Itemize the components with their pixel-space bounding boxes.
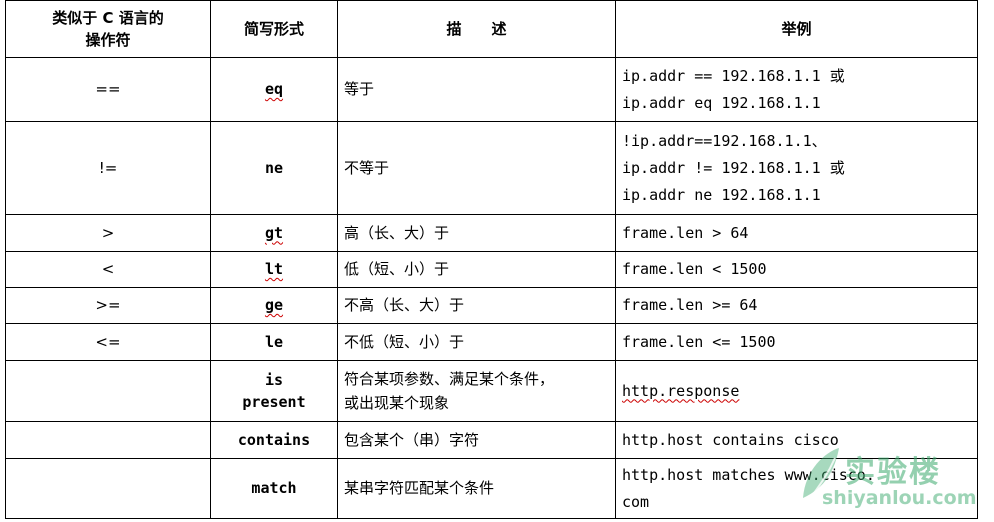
watermark-subtext: shiyanlou.com	[822, 487, 977, 509]
header-abbreviation: 简写形式	[210, 0, 338, 58]
example-line: http.response	[622, 381, 740, 400]
abbr-cell: eq	[210, 57, 338, 122]
example-cell: frame.len <= 1500	[615, 323, 978, 361]
abbr-cell: match	[210, 458, 338, 519]
table-row: == eq 等于 ip.addr == 192.168.1.1 或 ip.add…	[5, 57, 978, 122]
operator-cell: <	[5, 251, 211, 288]
abbr-text: match	[251, 479, 297, 497]
abbr-cell: lt	[210, 251, 338, 288]
abbr-text: le	[264, 332, 284, 351]
example-cell: ip.addr == 192.168.1.1 或 ip.addr eq 192.…	[615, 57, 978, 122]
desc-line: 符合某项参数、满足某个条件，	[344, 370, 555, 388]
example-cell: !ip.addr==192.168.1.1、 ip.addr != 192.16…	[615, 121, 978, 215]
desc-cell: 某串字符匹配某个条件	[337, 458, 616, 519]
desc-cell: 包含某个（串）字符	[337, 421, 616, 459]
table-row: >= ge 不高（长、大）于 frame.len >= 64	[5, 287, 978, 324]
header-operator-line1: 类似于 C 语言的	[52, 9, 164, 27]
abbr-text: is	[264, 371, 284, 389]
operator-cell	[5, 421, 211, 459]
operator-cell: >	[5, 214, 211, 252]
example-cell: frame.len > 64	[615, 214, 978, 252]
desc-cell: 等于	[337, 57, 616, 122]
example-cell: frame.len < 1500	[615, 251, 978, 288]
example-line: ip.addr ne 192.168.1.1	[622, 185, 821, 204]
header-operator-line2: 操作符	[85, 31, 131, 49]
example-cell: http.response	[615, 360, 978, 422]
desc-cell: 低（短、小）于	[337, 251, 616, 288]
table-row: < lt 低（短、小）于 frame.len < 1500	[5, 251, 978, 288]
header-abbreviation-text: 简写形式	[243, 19, 304, 38]
desc-cell: 不等于	[337, 121, 616, 215]
table-header-row: 类似于 C 语言的 操作符 简写形式 描 述 举例	[5, 0, 978, 58]
abbr-text: ne	[264, 158, 284, 177]
header-description-text: 描 述	[446, 19, 507, 38]
table-row: > gt 高（长、大）于 frame.len > 64	[5, 214, 978, 252]
abbr-cell: gt	[210, 214, 338, 252]
abbr-cell: le	[210, 323, 338, 361]
abbr-text: contains	[237, 430, 311, 449]
table-row: <= le 不低（短、小）于 frame.len <= 1500	[5, 323, 978, 361]
operator-cell: >=	[5, 287, 211, 324]
table-row: != ne 不等于 !ip.addr==192.168.1.1、 ip.addr…	[5, 121, 978, 215]
operator-cell: ==	[5, 57, 211, 122]
watermark-text: 实验楼	[845, 455, 941, 490]
header-operator: 类似于 C 语言的 操作符	[5, 0, 211, 58]
abbr-cell: contains	[210, 421, 338, 459]
abbr-cell: ge	[210, 287, 338, 324]
abbr-text: present	[242, 393, 306, 411]
abbr-text: ge	[264, 296, 284, 314]
abbr-text: eq	[264, 80, 284, 98]
desc-line: 或出现某个现象	[344, 394, 450, 412]
operator-cell	[5, 360, 211, 422]
desc-cell: 不低（短、小）于	[337, 323, 616, 361]
example-line: ip.addr eq 192.168.1.1	[622, 93, 821, 112]
desc-cell: 符合某项参数、满足某个条件， 或出现某个现象	[337, 360, 616, 422]
example-line: !ip.addr==192.168.1.1、	[622, 131, 827, 150]
abbr-cell: ne	[210, 121, 338, 215]
operator-cell	[5, 458, 211, 519]
header-example: 举例	[615, 0, 978, 58]
abbr-text: gt	[264, 223, 284, 242]
abbr-cell: is present	[210, 360, 338, 422]
example-line: ip.addr == 192.168.1.1 或	[622, 66, 845, 85]
operator-cell: !=	[5, 121, 211, 215]
example-cell: frame.len >= 64	[615, 287, 978, 324]
desc-cell: 不高（长、大）于	[337, 287, 616, 324]
desc-cell: 高（长、大）于	[337, 214, 616, 252]
header-example-text: 举例	[781, 19, 812, 38]
operator-cell: <=	[5, 323, 211, 361]
abbr-text: lt	[264, 260, 284, 278]
table-row: is present 符合某项参数、满足某个条件， 或出现某个现象 http.r…	[5, 360, 978, 422]
example-line: ip.addr != 192.168.1.1 或	[622, 158, 845, 177]
header-description: 描 述	[337, 0, 616, 58]
